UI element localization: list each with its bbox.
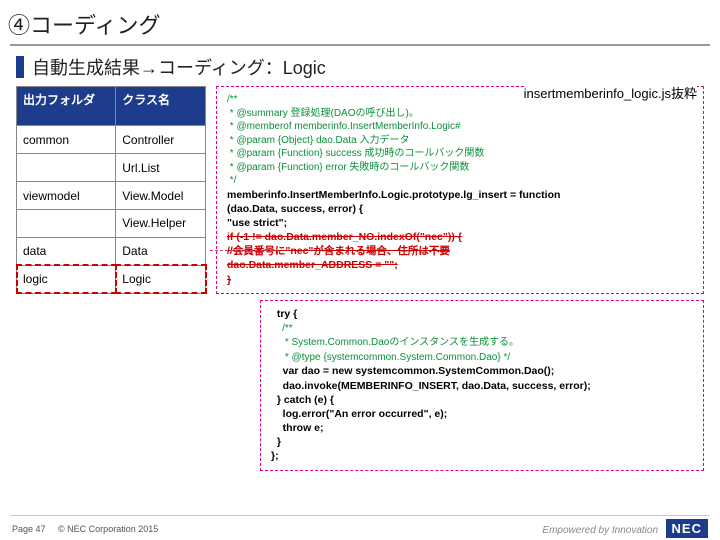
th-class: クラス名	[116, 87, 206, 126]
cell-class: View.Model	[116, 182, 206, 210]
cell-class: Data	[116, 237, 206, 265]
table-row: dataData	[17, 237, 206, 265]
code-line: (dao.Data, success, error) {	[227, 202, 695, 216]
cell-folder	[17, 154, 116, 182]
subtitle-row: 自動生成結果→コーディング：Logic	[0, 54, 720, 86]
cell-class: View.Helper	[116, 210, 206, 238]
cell-class: Url.List	[116, 154, 206, 182]
footer-line	[10, 515, 710, 516]
subtitle-text: 自動生成結果→コーディング：Logic	[32, 54, 326, 80]
slide-title: ④コーディング	[0, 0, 720, 44]
cell-class: Controller	[116, 126, 206, 154]
table-row: Url.List	[17, 154, 206, 182]
code-jsdoc: /** * System.Common.Daoのインスタンスを生成する。 * @…	[271, 323, 519, 363]
nec-logo: NEC	[666, 519, 708, 538]
cell-folder: viewmodel	[17, 182, 116, 210]
callout-line	[210, 250, 278, 251]
codebox-title: insertmemberinfo_logic.js抜粋	[524, 85, 697, 103]
table-row: View.Helper	[17, 210, 206, 238]
code-line: "use strict";	[227, 216, 695, 230]
code-strike: if (-1 != dao.Data.member_NO.indexOf("ne…	[227, 230, 695, 244]
code-line: try {	[271, 308, 297, 320]
code-strike: dao.Data.member_ADDRESS = "";	[227, 258, 695, 272]
output-table: 出力フォルダ クラス名 commonController Url.List vi…	[16, 86, 206, 294]
blue-bar	[16, 56, 24, 78]
code-line: memberinfo.InsertMemberInfo.Logic.protot…	[227, 188, 695, 202]
tagline: Empowered by Innovation	[542, 525, 658, 536]
code-strike: }	[227, 273, 695, 287]
codebox-logic: insertmemberinfo_logic.js抜粋 /** * @summa…	[216, 86, 704, 294]
page-number: Page 47	[12, 524, 46, 534]
table-row: viewmodelView.Model	[17, 182, 206, 210]
copyright: © NEC Corporation 2015	[58, 524, 158, 534]
cell-folder: data	[17, 237, 116, 265]
th-folder: 出力フォルダ	[17, 87, 116, 126]
table-row: logicLogic	[17, 265, 206, 293]
code-jsdoc: /** * @summary 登録処理(DAOの呼び出し)。 * @member…	[227, 93, 695, 188]
code-strike: //会員番号に"nec"が含まれる場合、住所は不要	[227, 244, 695, 258]
codebox-try: try { /** * System.Common.Daoのインスタンスを生成す…	[260, 300, 704, 471]
table-row: commonController	[17, 126, 206, 154]
title-underline	[10, 44, 710, 46]
cell-folder	[17, 210, 116, 238]
cell-folder: logic	[17, 265, 116, 293]
cell-folder: common	[17, 126, 116, 154]
cell-class: Logic	[116, 265, 206, 293]
footer: Page 47 © NEC Corporation 2015 Empowered…	[0, 521, 720, 536]
code-line: var dao = new systemcommon.SystemCommon.…	[271, 365, 591, 462]
